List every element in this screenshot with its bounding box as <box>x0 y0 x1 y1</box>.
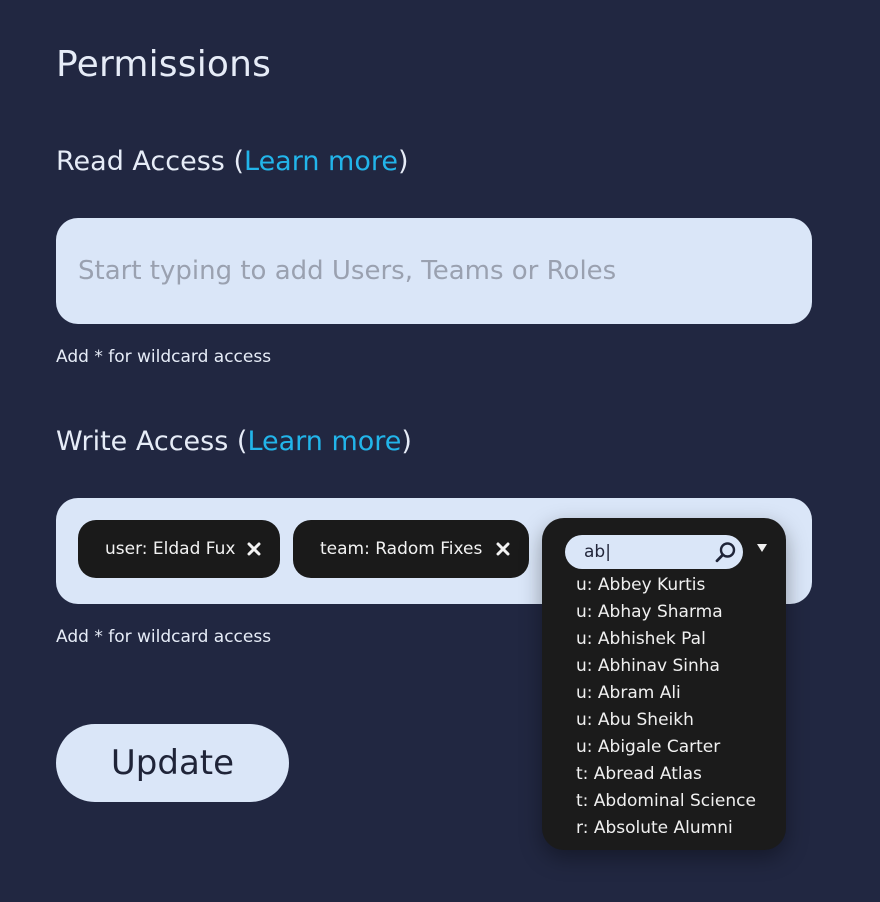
read-access-close-paren: ) <box>397 146 409 177</box>
read-access-input[interactable] <box>56 218 812 324</box>
permissions-page: Permissions Read Access (Learn more) Add… <box>0 0 880 902</box>
search-box[interactable] <box>565 535 743 569</box>
suggestion-item[interactable]: r: Absolute Alumni <box>576 815 756 842</box>
read-access-learn-more-link[interactable]: Learn more <box>244 146 398 177</box>
close-icon[interactable] <box>492 538 514 560</box>
read-access-heading: Read Access (Learn more) <box>56 146 409 177</box>
update-button[interactable]: Update <box>56 724 289 802</box>
chip-team-radom-fixes: team: Radom Fixes <box>293 520 529 578</box>
suggestion-item[interactable]: u: Abu Sheikh <box>576 707 756 734</box>
suggestion-item[interactable]: u: Abigale Carter <box>576 734 756 761</box>
suggestion-item[interactable]: u: Abhinav Sinha <box>576 653 756 680</box>
suggestion-item[interactable]: u: Abbey Kurtis <box>576 572 756 599</box>
suggestion-item[interactable]: t: Abread Atlas <box>576 761 756 788</box>
read-access-open-paren: ( <box>233 146 244 177</box>
search-icon[interactable] <box>714 541 737 564</box>
write-access-learn-more-link[interactable]: Learn more <box>247 426 401 457</box>
write-access-heading: Write Access (Learn more) <box>56 426 412 457</box>
write-access-title: Write Access <box>56 426 229 457</box>
caret-down-icon[interactable] <box>755 540 769 554</box>
read-access-title: Read Access <box>56 146 225 177</box>
chip-label: user: Eldad Fux <box>105 539 236 559</box>
suggestion-item[interactable]: u: Abhishek Pal <box>576 626 756 653</box>
autocomplete-dropdown: u: Abbey Kurtis u: Abhay Sharma u: Abhis… <box>542 518 786 850</box>
suggestion-list: u: Abbey Kurtis u: Abhay Sharma u: Abhis… <box>576 572 756 842</box>
close-icon[interactable] <box>243 538 265 560</box>
suggestion-item[interactable]: u: Abram Ali <box>576 680 756 707</box>
search-input[interactable] <box>565 535 710 569</box>
write-access-close-paren: ) <box>401 426 412 457</box>
write-access-hint: Add * for wildcard access <box>56 627 272 647</box>
chip-user-eldad-fux: user: Eldad Fux <box>78 520 280 578</box>
suggestion-item[interactable]: t: Abdominal Science <box>576 788 756 815</box>
write-access-open-paren: ( <box>236 426 248 457</box>
page-title: Permissions <box>56 44 272 85</box>
read-access-field[interactable] <box>56 218 812 324</box>
chip-label: team: Radom Fixes <box>320 539 483 559</box>
suggestion-item[interactable]: u: Abhay Sharma <box>576 599 756 626</box>
read-access-hint: Add * for wildcard access <box>56 347 272 367</box>
